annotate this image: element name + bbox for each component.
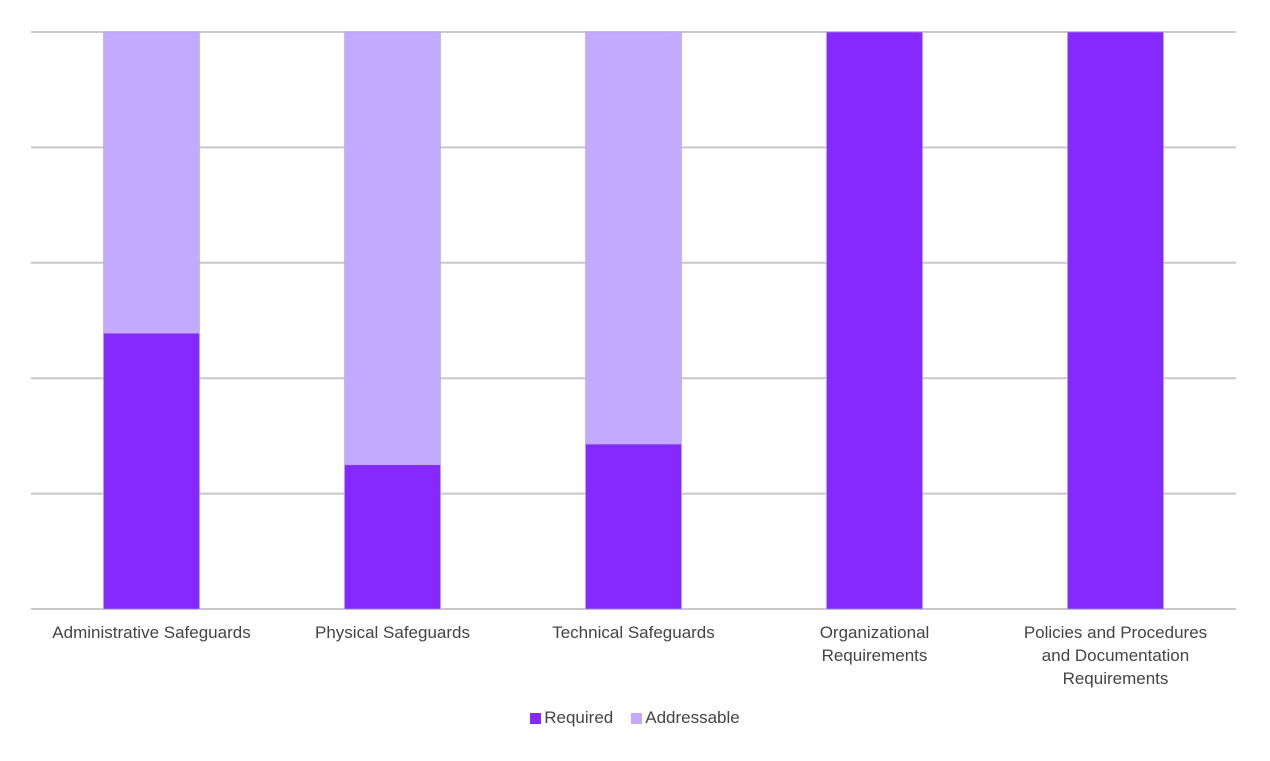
bar-required-3	[585, 443, 682, 610]
bar-required-5	[1067, 31, 1164, 610]
bars	[103, 31, 1164, 610]
x-tick-label: Administrative Safeguards	[52, 623, 250, 642]
legend-item-addressable[interactable]: Addressable	[631, 708, 740, 728]
bar-addressable-2	[344, 31, 441, 466]
x-tick-label-line: Requirements	[1063, 669, 1169, 688]
legend-item-required[interactable]: Required	[530, 708, 613, 728]
bar-addressable-1	[103, 31, 200, 334]
x-tick-label: Technical Safeguards	[552, 623, 715, 642]
x-tick-label-line: Policies and Procedures	[1024, 623, 1207, 642]
legend-label-addressable: Addressable	[645, 708, 740, 727]
bar-required-4	[826, 31, 923, 610]
x-tick-label: Physical Safeguards	[315, 623, 470, 642]
legend-swatch-required	[530, 712, 542, 724]
x-axis-labels: Administrative Safeguards Physical Safegu…	[52, 623, 1207, 688]
x-tick-label-line: and Documentation	[1042, 646, 1189, 665]
legend-swatch-addressable	[631, 712, 643, 724]
bar-addressable-3	[585, 31, 682, 445]
x-tick-label-line: Physical Safeguards	[315, 623, 470, 642]
x-tick-label-line: Technical Safeguards	[552, 623, 715, 642]
stacked-bar-chart: Administrative Safeguards Physical Safegu…	[31, 31, 1236, 688]
x-tick-label: Policies and Procedures and Documentation…	[1024, 623, 1207, 688]
x-tick-label-line: Organizational	[820, 623, 930, 642]
x-tick-label-line: Administrative Safeguards	[52, 623, 250, 642]
bar-required-2	[344, 464, 441, 610]
bar-required-1	[103, 332, 200, 610]
legend-label-required: Required	[544, 708, 614, 727]
x-tick-label: Organizational Requirements	[820, 623, 930, 665]
legend: Required Addressable	[0, 708, 1270, 728]
x-tick-label-line: Requirements	[822, 646, 928, 665]
